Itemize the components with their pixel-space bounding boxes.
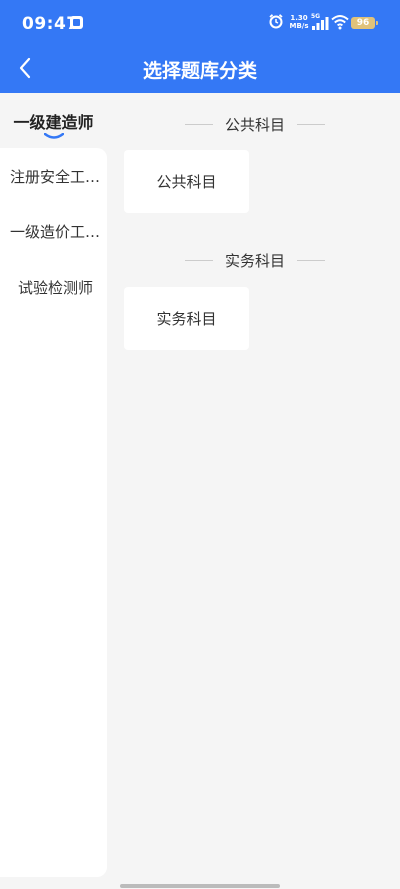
top-bar: 09:47 1.30 MB/s 5G 96 选择题库分类: [0, 0, 400, 93]
battery-indicator: 96: [351, 17, 378, 29]
home-indicator[interactable]: [120, 884, 280, 888]
category-item-test-inspector[interactable]: 试验检测师: [0, 277, 93, 298]
divider-line: [185, 259, 213, 261]
section-header-practice: 实务科目: [185, 249, 325, 271]
app-notification-icon: [70, 16, 83, 29]
selected-category[interactable]: 一级建造师: [0, 109, 107, 133]
category-item-cost-engineer[interactable]: 一级造价工…: [0, 221, 100, 242]
divider-line: [297, 123, 325, 125]
page-title: 选择题库分类: [142, 60, 257, 82]
category-list: 注册安全工… 一级造价工… 试验检测师: [0, 148, 107, 877]
divider-line: [297, 259, 325, 261]
subject-card-public[interactable]: 公共科目: [124, 150, 249, 213]
selected-indicator-icon: [44, 133, 64, 139]
category-item-safety-engineer[interactable]: 注册安全工…: [0, 166, 100, 187]
alarm-icon: [269, 14, 283, 29]
category-sidebar: 一级建造师 注册安全工… 一级造价工… 试验检测师: [0, 93, 107, 889]
wifi-icon: [331, 15, 349, 30]
subject-card-practice[interactable]: 实务科目: [124, 287, 249, 350]
section-title: 公共科目: [224, 115, 285, 134]
network-speed: 1.30 MB/s: [288, 14, 310, 30]
divider-line: [185, 123, 213, 125]
navigation-bar: 选择题库分类: [0, 48, 400, 93]
status-bar: 09:47 1.30 MB/s 5G 96: [0, 0, 400, 48]
network-speed-value: 1.30: [290, 14, 308, 22]
network-speed-unit: MB/s: [289, 22, 309, 30]
section-header-public: 公共科目: [185, 113, 325, 135]
section-title: 实务科目: [224, 251, 285, 270]
cellular-signal-icon: [312, 17, 329, 30]
